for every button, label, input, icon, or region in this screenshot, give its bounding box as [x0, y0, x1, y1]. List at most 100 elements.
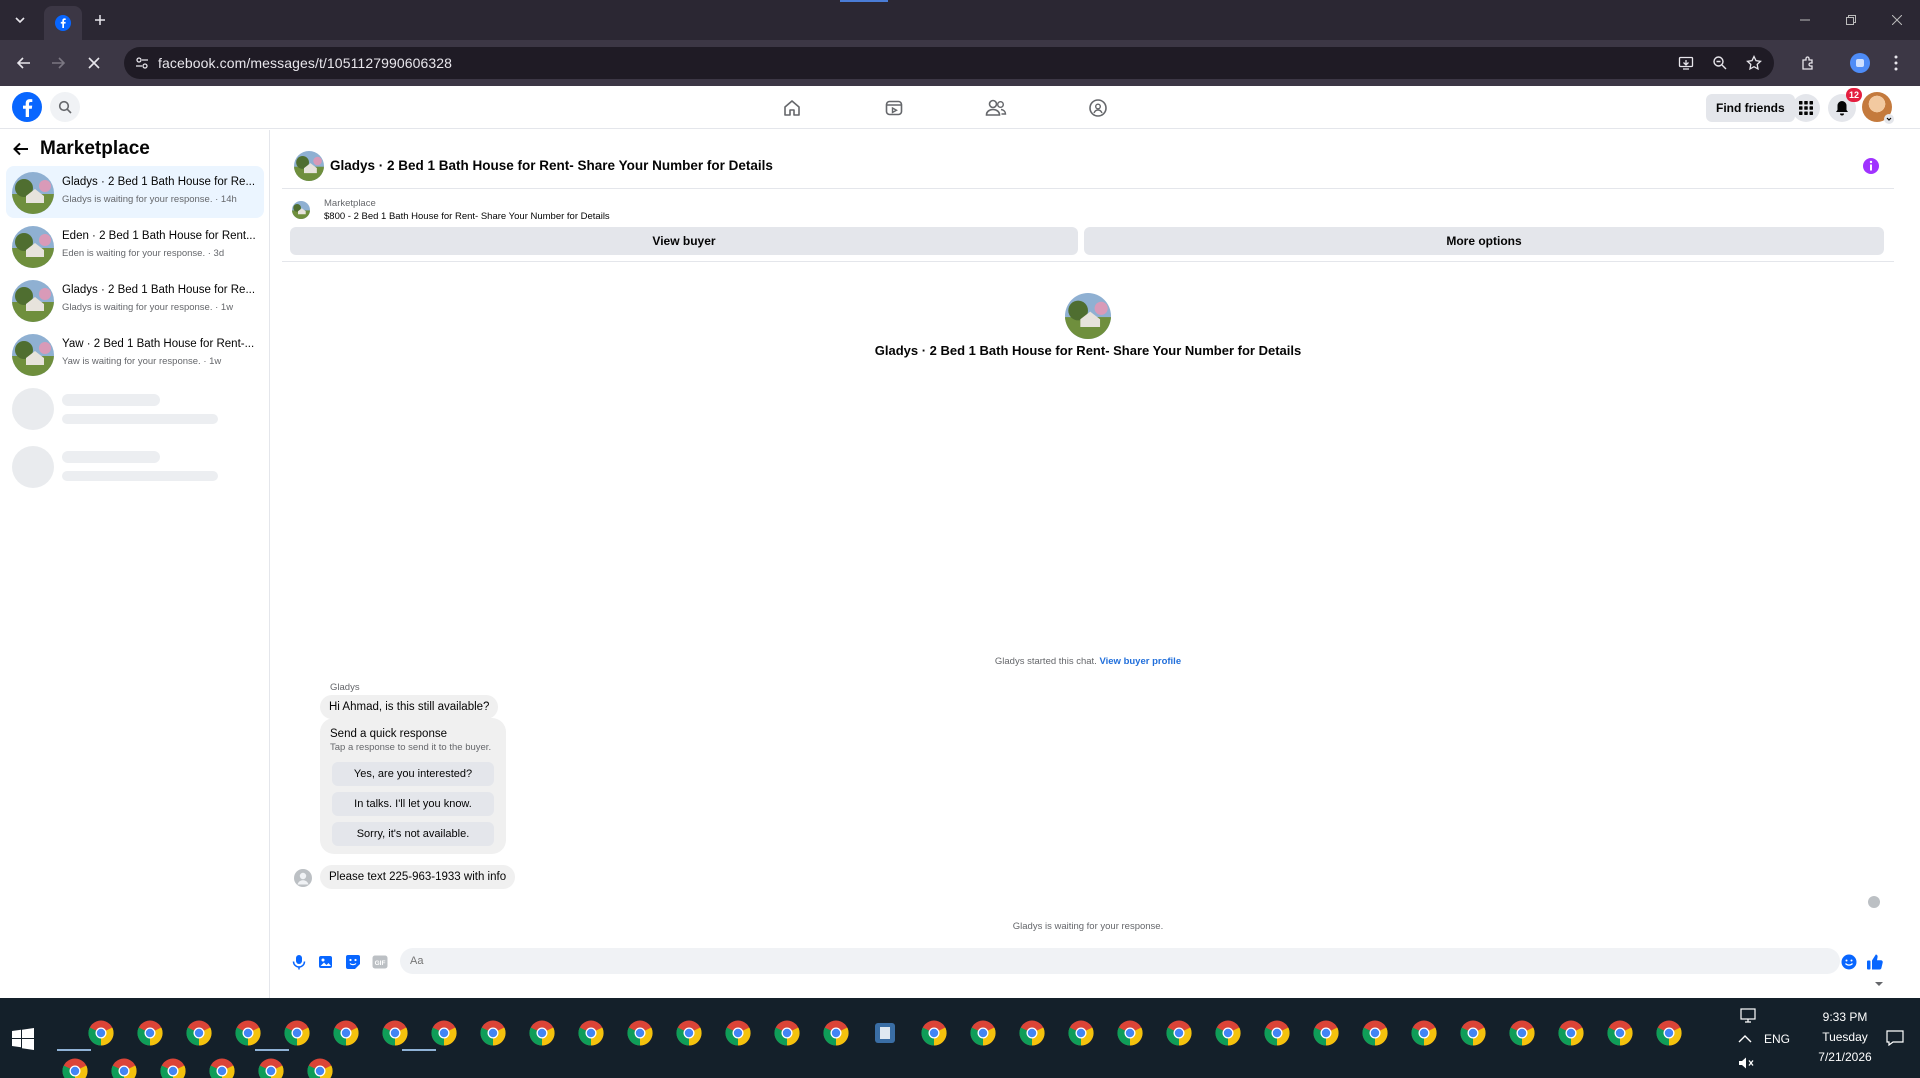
- nav-friends[interactable]: [980, 92, 1012, 124]
- install-app-icon[interactable]: [1674, 51, 1698, 75]
- bookmark-star-icon[interactable]: [1742, 51, 1766, 75]
- conversation-item[interactable]: Yaw · 2 Bed 1 Bath House for Rent-... Ya…: [6, 328, 264, 380]
- buyer-avatar[interactable]: [294, 869, 312, 887]
- voice-clip-button[interactable]: [290, 953, 308, 971]
- stop-loading-button[interactable]: [80, 49, 108, 77]
- address-bar[interactable]: facebook.com/messages/t/1051127990606328: [124, 47, 1774, 79]
- more-options-button[interactable]: More options: [1084, 227, 1884, 255]
- emoji-button[interactable]: [1840, 953, 1858, 971]
- send-like-button[interactable]: [1866, 953, 1884, 971]
- facebook-search-button[interactable]: [50, 92, 80, 122]
- message-bubble[interactable]: Please text 225-963-1933 with info: [320, 865, 516, 889]
- chrome-taskbar-icon[interactable]: [186, 1020, 212, 1046]
- message-bubble[interactable]: Hi Ahmad, is this still available?: [320, 695, 499, 719]
- profile-button[interactable]: [1846, 49, 1874, 77]
- chrome-taskbar-icon[interactable]: [333, 1020, 359, 1046]
- restore-button[interactable]: [1828, 0, 1874, 40]
- nav-home[interactable]: [776, 92, 808, 124]
- quick-response-button[interactable]: Sorry, it's not available.: [332, 822, 494, 846]
- chrome-taskbar-icon[interactable]: [480, 1020, 506, 1046]
- chrome-taskbar-icon[interactable]: [921, 1020, 947, 1046]
- message-input[interactable]: [400, 948, 1840, 974]
- chrome-taskbar-icon[interactable]: [88, 1020, 114, 1046]
- chrome-taskbar-icon[interactable]: [529, 1020, 555, 1046]
- chrome-taskbar-icon[interactable]: [111, 1058, 137, 1078]
- sticker-button[interactable]: [344, 953, 362, 971]
- browser-menu-button[interactable]: [1882, 49, 1910, 77]
- chrome-taskbar-icon[interactable]: [1656, 1020, 1682, 1046]
- notification-center-icon[interactable]: [1886, 1030, 1904, 1046]
- arrow-left-icon[interactable]: [12, 140, 30, 158]
- chrome-taskbar-icon[interactable]: [1166, 1020, 1192, 1046]
- chrome-taskbar-icon[interactable]: [1313, 1020, 1339, 1046]
- chrome-taskbar-icon[interactable]: [1068, 1020, 1094, 1046]
- chrome-taskbar-icon[interactable]: [1558, 1020, 1584, 1046]
- volume-muted-icon[interactable]: [1738, 1056, 1754, 1070]
- chrome-taskbar-icon[interactable]: [1607, 1020, 1633, 1046]
- scroll-down-arrow-icon[interactable]: [1874, 979, 1884, 989]
- attach-photo-button[interactable]: [317, 953, 335, 971]
- chrome-taskbar-icon[interactable]: [725, 1020, 751, 1046]
- chrome-taskbar-icon[interactable]: [160, 1058, 186, 1078]
- forward-button[interactable]: [44, 49, 72, 77]
- chrome-taskbar-icon[interactable]: [823, 1020, 849, 1046]
- chrome-taskbar-icon[interactable]: [1460, 1020, 1486, 1046]
- listing-thumbnail[interactable]: [294, 151, 324, 181]
- chat-title[interactable]: Gladys · 2 Bed 1 Bath House for Rent- Sh…: [330, 158, 773, 173]
- quick-response-button[interactable]: Yes, are you interested?: [332, 762, 494, 786]
- site-info-icon[interactable]: [132, 53, 152, 73]
- chrome-taskbar-icon[interactable]: [307, 1058, 333, 1078]
- close-window-button[interactable]: [1874, 0, 1920, 40]
- network-icon[interactable]: [1740, 1008, 1758, 1024]
- chrome-taskbar-icon[interactable]: [62, 1058, 88, 1078]
- view-buyer-profile-link[interactable]: View buyer profile: [1099, 656, 1181, 667]
- chrome-taskbar-icon[interactable]: [258, 1058, 284, 1078]
- conversation-item[interactable]: Eden · 2 Bed 1 Bath House for Rent... Ed…: [6, 220, 264, 272]
- chrome-taskbar-icon[interactable]: [1117, 1020, 1143, 1046]
- chrome-taskbar-icon[interactable]: [1411, 1020, 1437, 1046]
- conversation-item[interactable]: Gladys · 2 Bed 1 Bath House for Re... Gl…: [6, 274, 264, 326]
- nav-video[interactable]: [878, 92, 910, 124]
- facebook-logo-icon[interactable]: [12, 92, 42, 122]
- chrome-taskbar-icon[interactable]: [1019, 1020, 1045, 1046]
- clock-time[interactable]: 9:33 PM: [1810, 1010, 1880, 1024]
- chevron-down-icon[interactable]: [1884, 114, 1894, 124]
- chrome-taskbar-icon[interactable]: [676, 1020, 702, 1046]
- find-friends-button[interactable]: Find friends: [1706, 94, 1795, 122]
- gif-button[interactable]: GIF: [371, 953, 389, 971]
- chrome-taskbar-icon[interactable]: [970, 1020, 996, 1046]
- chrome-taskbar-icon[interactable]: [284, 1020, 310, 1046]
- extensions-button[interactable]: [1794, 49, 1822, 77]
- quick-response-button[interactable]: In talks. I'll let you know.: [332, 792, 494, 816]
- info-icon[interactable]: [1862, 157, 1880, 175]
- chrome-taskbar-icon[interactable]: [137, 1020, 163, 1046]
- chrome-taskbar-icon[interactable]: [431, 1020, 457, 1046]
- chrome-taskbar-icon[interactable]: [774, 1020, 800, 1046]
- nav-groups[interactable]: [1082, 92, 1114, 124]
- browser-tab-facebook[interactable]: [44, 6, 82, 40]
- chrome-taskbar-icon[interactable]: [1362, 1020, 1388, 1046]
- view-buyer-button[interactable]: View buyer: [290, 227, 1078, 255]
- app-taskbar-icon[interactable]: [872, 1020, 898, 1046]
- tab-list-button[interactable]: [8, 8, 32, 32]
- clock-day[interactable]: Tuesday: [1810, 1030, 1880, 1044]
- chrome-taskbar-icon[interactable]: [627, 1020, 653, 1046]
- chrome-taskbar-icon[interactable]: [209, 1058, 235, 1078]
- chevron-up-icon[interactable]: [1738, 1034, 1752, 1044]
- chrome-taskbar-icon[interactable]: [578, 1020, 604, 1046]
- back-button[interactable]: [10, 49, 38, 77]
- chrome-taskbar-icon[interactable]: [1509, 1020, 1535, 1046]
- language-indicator[interactable]: ENG: [1764, 1032, 1790, 1046]
- menu-button[interactable]: [1792, 94, 1820, 122]
- url-text[interactable]: facebook.com/messages/t/1051127990606328: [158, 55, 452, 71]
- new-tab-button[interactable]: [88, 8, 112, 32]
- zoom-icon[interactable]: [1708, 51, 1732, 75]
- chrome-taskbar-icon[interactable]: [1264, 1020, 1290, 1046]
- chrome-taskbar-icon[interactable]: [1215, 1020, 1241, 1046]
- chrome-taskbar-icon[interactable]: [235, 1020, 261, 1046]
- minimize-button[interactable]: [1782, 0, 1828, 40]
- clock-date[interactable]: 7/21/2026: [1810, 1050, 1880, 1064]
- conversation-item[interactable]: Gladys · 2 Bed 1 Bath House for Re... Gl…: [6, 166, 264, 218]
- chrome-taskbar-icon[interactable]: [382, 1020, 408, 1046]
- windows-start-icon[interactable]: [12, 1028, 34, 1050]
